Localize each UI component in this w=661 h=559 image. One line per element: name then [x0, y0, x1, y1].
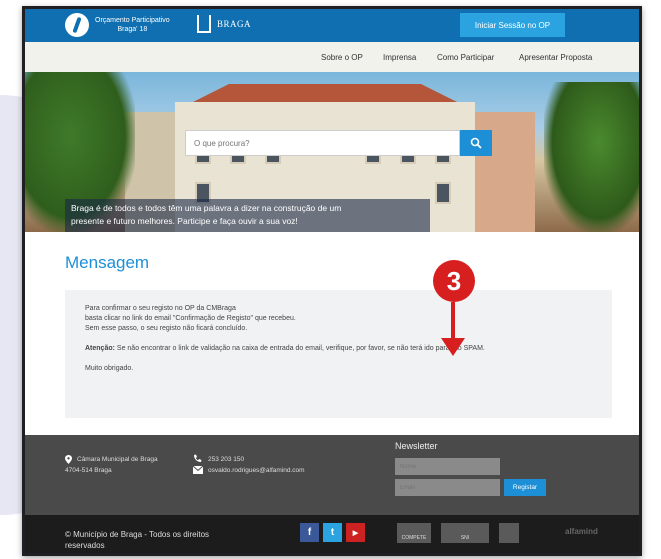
search-input[interactable] — [186, 131, 459, 155]
footer-address-line-1: Câmara Municipal de Braga — [77, 456, 158, 463]
copyright-line-1: © Município de Braga - Todos os direitos — [65, 530, 210, 539]
hero-caption-line-1: Braga é de todos e todos têm uma palavra… — [71, 203, 342, 213]
warning-paragraph: Atenção: Se não encontrar o link de vali… — [85, 344, 592, 354]
message-line-1: Para confirmar o seu registo no OP da CM… — [85, 305, 236, 312]
newsletter-email-input[interactable] — [395, 479, 500, 496]
nav-item-apresentar-proposta[interactable]: Apresentar Proposta — [519, 53, 592, 62]
twitter-icon[interactable]: t — [323, 523, 342, 542]
search-button[interactable] — [460, 130, 492, 156]
warning-label: Atenção: — [85, 345, 115, 352]
bottom-bar: © Município de Braga - Todos os direitos… — [25, 515, 639, 553]
facebook-icon[interactable]: f — [300, 523, 319, 542]
step-number-badge: 3 — [433, 260, 475, 302]
mail-icon — [193, 466, 203, 474]
top-bar: Orçamento Participativo Braga' 18 BRAGA … — [25, 9, 639, 42]
partner-logo-sni: SNI — [441, 523, 489, 543]
newsletter-title: Newsletter — [395, 441, 438, 451]
search-box — [185, 130, 460, 156]
message-line-2: basta clicar no link do email "Confirmaç… — [85, 315, 296, 322]
newsletter-name-input[interactable] — [395, 458, 500, 475]
hero-image-tree-right — [544, 82, 639, 232]
logo-line-2: Braga' 18 — [117, 26, 148, 33]
warning-text: Se não encontrar o link de validação na … — [114, 345, 485, 352]
nav-item-imprensa[interactable]: Imprensa — [383, 53, 416, 62]
message-box: Para confirmar o seu registo no OP da CM… — [65, 290, 612, 418]
browser-page: Orçamento Participativo Braga' 18 BRAGA … — [22, 6, 642, 556]
newsletter-register-button[interactable]: Registar — [504, 479, 546, 496]
hero-window — [435, 182, 451, 204]
thanks-text: Muito obrigado. — [85, 365, 134, 372]
location-pin-icon — [65, 455, 72, 464]
footer-phone: 253 203 150 — [208, 456, 245, 463]
op-logo-icon[interactable] — [65, 13, 89, 37]
op-logo-text[interactable]: Orçamento Participativo Braga' 18 — [95, 16, 170, 34]
partner-logo-compete: COMPETE — [397, 523, 431, 543]
partner-logo-other — [499, 523, 519, 543]
phone-icon — [194, 454, 202, 462]
arrow-down-icon — [441, 302, 465, 356]
copyright-line-2: reservados — [65, 541, 105, 550]
message-section: Mensagem Para confirmar o seu registo no… — [25, 232, 639, 435]
footer: Câmara Municipal de Braga 4704-514 Braga… — [25, 435, 639, 515]
hero-banner: Braga é de todos e todos têm uma palavra… — [25, 72, 639, 232]
footer-address-line-2: 4704-514 Braga — [65, 467, 112, 474]
nav-item-sobre[interactable]: Sobre o OP — [321, 53, 363, 62]
braga-logo[interactable]: BRAGA — [217, 19, 251, 29]
alfamind-logo: alfamind — [565, 527, 598, 536]
main-nav: Sobre o OP Imprensa Como Participar Apre… — [25, 42, 639, 72]
message-line-3: Sem esse passo, o seu registo não ficará… — [85, 325, 248, 332]
logo-line-1: Orçamento Participativo — [95, 17, 170, 24]
youtube-icon[interactable]: ▶ — [346, 523, 365, 542]
page-title: Mensagem — [65, 253, 150, 272]
footer-email[interactable]: osvaldo.rodrigues@alfamind.com — [208, 467, 305, 474]
login-button[interactable]: Iniciar Sessão no OP — [460, 13, 565, 37]
copyright-text: © Município de Braga - Todos os direitos… — [65, 529, 255, 551]
hero-caption-line-2: presente e futuro melhores. Participe e … — [71, 216, 298, 226]
search-icon — [470, 137, 482, 149]
nav-item-como-participar[interactable]: Como Participar — [437, 53, 494, 62]
hero-caption: Braga é de todos e todos têm uma palavra… — [65, 199, 430, 232]
braga-crest-icon — [197, 15, 211, 33]
